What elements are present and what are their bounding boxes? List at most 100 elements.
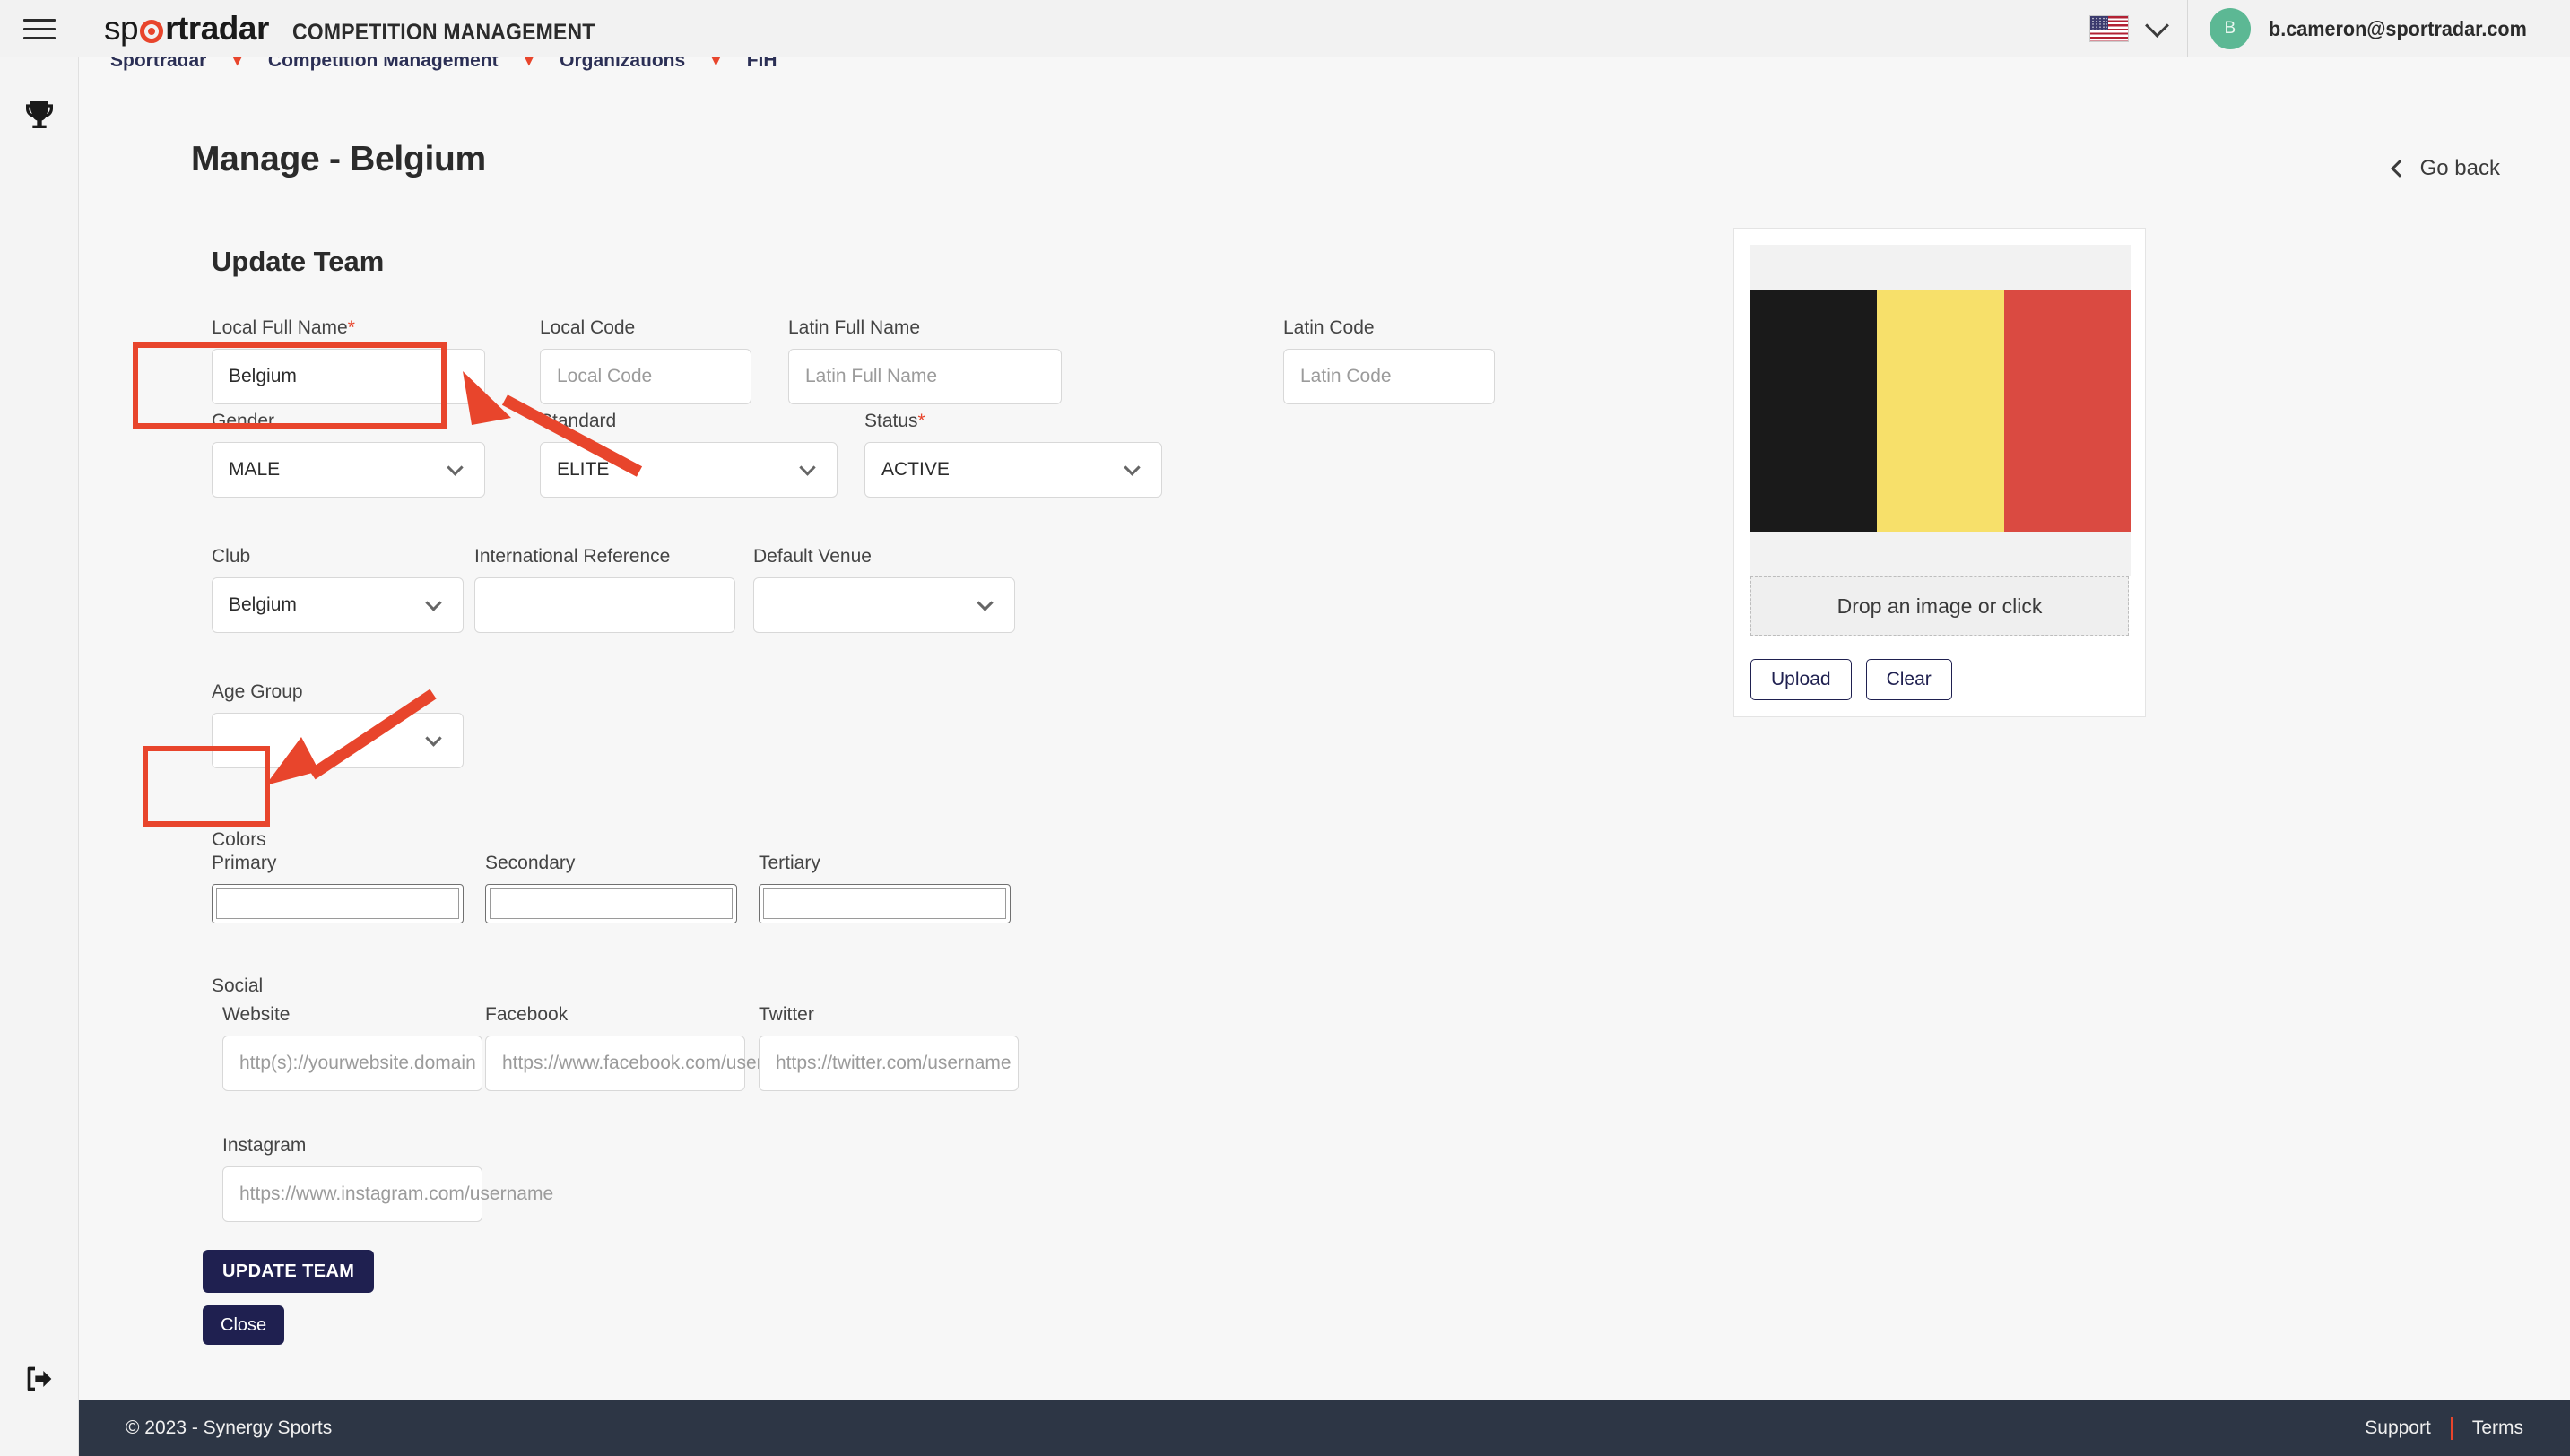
breadcrumb-item-organizations[interactable]: Organizations	[560, 57, 685, 72]
logo-text-prefix: sp	[104, 10, 139, 47]
close-button[interactable]: Close	[203, 1305, 285, 1345]
club-select[interactable]: Belgium	[212, 577, 464, 633]
age-group-select[interactable]	[212, 713, 464, 768]
label-local-full-name: Local Full Name*	[212, 317, 355, 338]
latin-code-input[interactable]: Latin Code	[1283, 349, 1495, 404]
color-secondary-swatch	[490, 888, 733, 919]
form-section-colors: Colors Primary Secondary Tertiary	[212, 829, 1718, 975]
latin-full-name-input[interactable]: Latin Full Name	[788, 349, 1062, 404]
breadcrumb-item-sportradar[interactable]: Sportradar	[110, 57, 206, 72]
colors-section-label: Colors	[212, 829, 266, 850]
flag-band-red	[2003, 290, 2131, 532]
label-international-reference: International Reference	[474, 546, 671, 567]
gender-select[interactable]: MALE	[212, 442, 485, 498]
local-full-name-input[interactable]: Belgium	[212, 349, 485, 404]
color-primary-picker[interactable]	[212, 884, 464, 923]
breadcrumb-item-fih[interactable]: FIH	[747, 57, 777, 72]
standard-select[interactable]: ELITE	[540, 442, 838, 498]
terms-link[interactable]: Terms	[2472, 1417, 2523, 1439]
field-color-tertiary: Tertiary	[759, 853, 1011, 923]
page-content: Sportradar ▾ Competition Management ▾ Or…	[79, 57, 2570, 1400]
label-instagram: Instagram	[222, 1135, 307, 1156]
label-website: Website	[222, 1004, 291, 1025]
rail-item-competitions[interactable]	[0, 81, 79, 152]
required-marker: *	[347, 317, 355, 338]
form-row-instagram: Instagram https://www.instagram.com/user…	[212, 1135, 1718, 1250]
chevron-down-icon	[447, 458, 464, 476]
default-venue-select[interactable]	[753, 577, 1015, 633]
label-local-code: Local Code	[540, 317, 636, 338]
form-row-age-group: Age Group	[212, 681, 1718, 829]
update-team-button[interactable]: UPDATE TEAM	[203, 1250, 375, 1293]
standard-value: ELITE	[557, 459, 610, 480]
go-back-label: Go back	[2419, 156, 2500, 180]
upload-button[interactable]: Upload	[1750, 659, 1852, 700]
field-local-full-name: Local Full Name* Belgium	[212, 317, 485, 404]
user-menu[interactable]: B b.cameron@sportradar.com	[2188, 8, 2570, 49]
label-color-tertiary: Tertiary	[759, 853, 820, 873]
logo-text-suffix: rtradar	[165, 10, 269, 47]
image-preview	[1750, 245, 2131, 576]
form-row-affiliation: Club Belgium International Reference Def…	[212, 546, 1718, 681]
chevron-down-icon	[799, 458, 816, 476]
status-select[interactable]: ACTIVE	[864, 442, 1162, 498]
breadcrumb-item-competition-management[interactable]: Competition Management	[268, 57, 499, 72]
field-gender: Gender MALE	[212, 411, 485, 498]
website-input[interactable]: http(s)://yourwebsite.domain	[222, 1036, 482, 1091]
chevron-down-icon	[425, 729, 442, 747]
footer-links: Support Terms	[2365, 1416, 2523, 1440]
instagram-input[interactable]: https://www.instagram.com/username	[222, 1166, 553, 1222]
field-club: Club Belgium	[212, 546, 464, 633]
breadcrumb-separator-icon: ▾	[712, 57, 720, 69]
club-value: Belgium	[229, 594, 297, 615]
color-tertiary-swatch	[763, 888, 1006, 919]
color-secondary-picker[interactable]	[485, 884, 737, 923]
field-latin-full-name: Latin Full Name Latin Full Name	[788, 317, 1062, 404]
user-email: b.cameron@sportradar.com	[2268, 16, 2527, 40]
team-image-panel: Drop an image or click Upload Clear	[1733, 228, 2146, 717]
label-standard: Standard	[540, 411, 617, 431]
field-status: Status* ACTIVE	[864, 411, 1162, 498]
color-tertiary-picker[interactable]	[759, 884, 1011, 923]
label-status: Status*	[864, 411, 925, 431]
twitter-input[interactable]: https://twitter.com/username	[759, 1036, 1019, 1091]
logo-dot-icon	[140, 20, 164, 43]
label-color-secondary: Secondary	[485, 853, 576, 873]
breadcrumb: Sportradar ▾ Competition Management ▾ Or…	[110, 57, 777, 72]
chevron-down-icon	[1124, 458, 1141, 476]
status-value: ACTIVE	[881, 459, 950, 480]
top-bar-right: B b.cameron@sportradar.com	[2068, 0, 2570, 57]
logout-icon	[22, 1361, 57, 1401]
brand: sp rtradar COMPETITION MANAGEMENT	[104, 10, 621, 48]
rail-item-logout[interactable]	[0, 1345, 79, 1417]
label-color-primary: Primary	[212, 853, 277, 873]
go-back-link[interactable]: Go back	[2390, 156, 2500, 181]
chevron-down-icon	[425, 594, 442, 611]
support-link[interactable]: Support	[2365, 1417, 2431, 1439]
label-facebook: Facebook	[485, 1004, 569, 1025]
field-international-reference: International Reference	[474, 546, 735, 633]
form-actions: UPDATE TEAM Close	[203, 1250, 1718, 1348]
field-age-group: Age Group	[212, 681, 464, 768]
image-dropzone[interactable]: Drop an image or click	[1750, 576, 2129, 636]
facebook-input[interactable]: https://www.facebook.com/username	[485, 1036, 810, 1091]
field-website: Website http(s)://yourwebsite.domain	[222, 1004, 482, 1091]
field-color-secondary: Secondary	[485, 853, 737, 923]
chevron-down-icon	[2144, 13, 2169, 38]
hamburger-menu-icon[interactable]	[0, 0, 79, 57]
breadcrumb-separator-icon: ▾	[525, 57, 534, 69]
field-color-primary: Primary	[212, 853, 464, 923]
avatar: B	[2209, 8, 2251, 49]
field-twitter: Twitter https://twitter.com/username	[759, 1004, 1019, 1091]
us-flag-icon	[2088, 15, 2129, 42]
app-title: COMPETITION MANAGEMENT	[291, 20, 595, 45]
clear-button[interactable]: Clear	[1865, 659, 1952, 700]
field-default-venue: Default Venue	[753, 546, 1015, 633]
field-standard: Standard ELITE	[540, 411, 838, 498]
local-code-input[interactable]: Local Code	[540, 349, 751, 404]
field-instagram: Instagram https://www.instagram.com/user…	[222, 1135, 553, 1222]
chevron-down-icon	[977, 594, 994, 611]
social-section-label: Social	[212, 975, 264, 996]
international-reference-input[interactable]	[474, 577, 735, 633]
language-selector[interactable]	[2068, 13, 2187, 42]
